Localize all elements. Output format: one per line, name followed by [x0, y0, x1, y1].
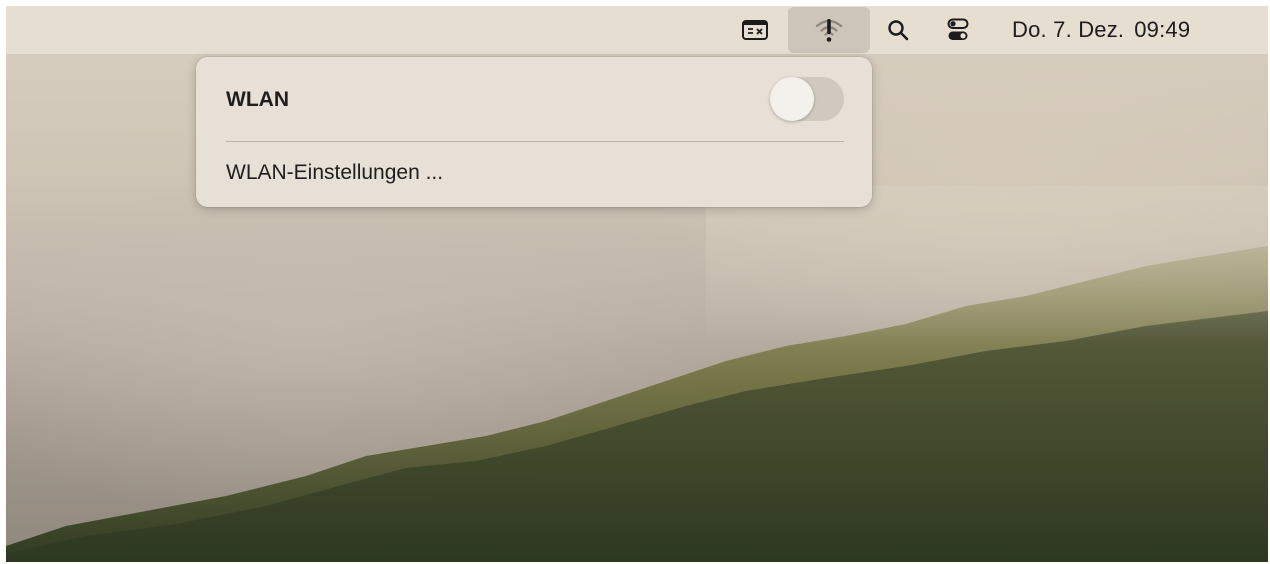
- control-center-icon[interactable]: [940, 6, 976, 54]
- wifi-toggle[interactable]: [770, 77, 844, 121]
- clock-date: Do. 7. Dez.: [1012, 17, 1125, 42]
- input-source-icon[interactable]: [734, 6, 776, 54]
- search-icon[interactable]: [880, 6, 916, 54]
- magnifier-glyph: [888, 20, 909, 41]
- desktop: Do. 7. Dez. 09:49 WLAN WLAN-Einstellunge…: [6, 6, 1268, 562]
- menu-divider: [226, 141, 844, 142]
- input-source-glyph: [742, 20, 768, 40]
- toggles-glyph: [947, 18, 969, 40]
- clock-time: 09:49: [1134, 17, 1191, 42]
- wifi-toggle-knob: [770, 77, 814, 121]
- wifi-menu-title: WLAN: [226, 88, 289, 111]
- wifi-menu-popover: WLAN WLAN-Einstellungen ...: [196, 57, 872, 207]
- wifi-settings-item[interactable]: WLAN-Einstellungen ...: [226, 161, 443, 185]
- wifi-alert-icon: [815, 19, 843, 42]
- menu-bar-clock[interactable]: Do. 7. Dez. 09:49: [1012, 6, 1242, 54]
- menu-bar: Do. 7. Dez. 09:49: [6, 6, 1268, 54]
- wifi-menu-button[interactable]: [788, 7, 870, 53]
